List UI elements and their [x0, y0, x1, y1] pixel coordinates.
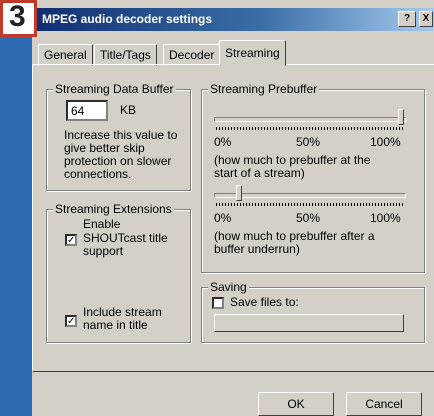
title-bar[interactable]: MPEG audio decoder settings ? X: [0, 8, 434, 31]
tab-streaming[interactable]: Streaming: [219, 40, 286, 66]
settings-dialog: MPEG audio decoder settings ? X 3 Genera…: [0, 0, 434, 416]
prebuffer-start-slider[interactable]: [398, 109, 404, 125]
save-files-label: Save files to:: [230, 295, 299, 309]
shoutcast-label: support: [83, 244, 124, 258]
prebuffer-underrun-mid: 50%: [296, 211, 321, 225]
shoutcast-checkbox[interactable]: ✓: [65, 234, 77, 246]
prebuffer-underrun-track: [214, 193, 406, 198]
buffer-desc-line: connections.: [64, 167, 132, 181]
saving-legend: Saving: [208, 280, 249, 294]
buffer-unit-label: KB: [120, 103, 137, 117]
prebuffer-start-desc: start of a stream): [214, 166, 305, 180]
extensions-group: Streaming Extensions Enable ✓ SHOUTcast …: [46, 202, 191, 343]
check-mark-icon: ✓: [67, 235, 76, 246]
help-button[interactable]: ?: [398, 11, 416, 27]
stream-name-label: name in title: [83, 318, 148, 332]
buffer-group: Streaming Data Buffer 64 KB Increase thi…: [46, 82, 191, 191]
prebuffer-start-max: 100%: [370, 135, 401, 149]
stream-name-checkbox[interactable]: ✓: [65, 315, 77, 327]
window-title: MPEG audio decoder settings: [42, 12, 213, 26]
saving-group: Saving Save files to:: [201, 280, 425, 343]
prebuffer-underrun-min: 0%: [214, 211, 232, 225]
tab-decoder[interactable]: Decoder: [163, 44, 221, 66]
tab-title-tags[interactable]: Title/Tags: [94, 44, 157, 66]
prebuffer-legend: Streaming Prebuffer: [208, 82, 320, 96]
buffer-size-input[interactable]: 64: [66, 100, 108, 121]
ok-button[interactable]: OK: [258, 392, 334, 416]
prebuffer-underrun-desc: buffer underrun): [214, 242, 300, 256]
prebuffer-underrun-ticks: [216, 203, 404, 206]
step-badge: 3: [0, 0, 37, 37]
cancel-button[interactable]: Cancel: [346, 392, 422, 416]
prebuffer-group: Streaming Prebuffer 0% 50% 100% (how muc…: [201, 82, 425, 273]
prebuffer-start-ticks: [216, 127, 404, 130]
tab-general[interactable]: General: [38, 44, 93, 66]
prebuffer-underrun-max: 100%: [370, 211, 401, 225]
prebuffer-start-mid: 50%: [296, 135, 321, 149]
buffer-legend: Streaming Data Buffer: [53, 82, 176, 96]
extensions-legend: Streaming Extensions: [53, 202, 174, 216]
prebuffer-underrun-slider[interactable]: [236, 185, 243, 201]
save-path-button[interactable]: [214, 314, 404, 332]
enable-label: Enable: [83, 217, 121, 231]
save-files-checkbox[interactable]: [212, 297, 224, 309]
step-number: 3: [9, 0, 26, 33]
prebuffer-start-track: [214, 117, 406, 122]
check-mark-icon: ✓: [67, 316, 76, 327]
window-left-edge: [0, 31, 32, 416]
tab-panel: Streaming Data Buffer 64 KB Increase thi…: [32, 64, 434, 372]
prebuffer-start-min: 0%: [214, 135, 232, 149]
close-button[interactable]: X: [419, 11, 433, 27]
